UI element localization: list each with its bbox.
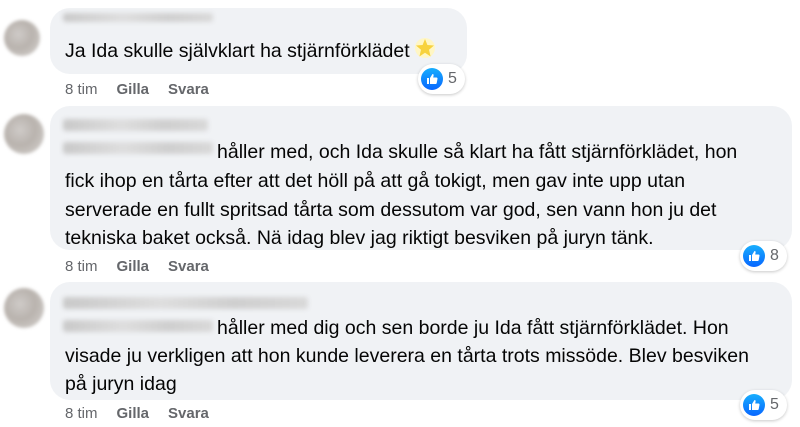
- comment-text: håller med, och Ida skulle så klart ha f…: [217, 141, 738, 163]
- reply-button[interactable]: Svara: [168, 405, 209, 422]
- reaction-count: 5: [770, 396, 779, 413]
- comment-text: serverade en fullt spritsad tårta som de…: [65, 199, 717, 221]
- comment-text: Ja Ida skulle självklart ha stjärnförklä…: [65, 37, 436, 69]
- like-button[interactable]: Gilla: [117, 405, 150, 422]
- comment-text: på juryn idag: [65, 373, 177, 395]
- like-thumbs-up-icon: [743, 245, 765, 267]
- reaction-count: 8: [770, 247, 779, 264]
- author-name-redacted[interactable]: [63, 119, 208, 131]
- comment-text: tekniska baket också. Nä idag blev jag r…: [65, 227, 654, 249]
- comment-bubble: håller med dig och sen borde ju Ida fått…: [50, 282, 792, 400]
- timestamp[interactable]: 8 tim: [65, 405, 98, 422]
- author-name-redacted[interactable]: [63, 142, 213, 154]
- comment-text: visade ju verkligen att hon kunde levere…: [65, 345, 749, 367]
- author-name-redacted[interactable]: [63, 297, 308, 309]
- author-name-redacted[interactable]: [63, 320, 213, 332]
- comment-bubble: håller med, och Ida skulle så klart ha f…: [50, 106, 792, 250]
- author-name-redacted[interactable]: [63, 13, 213, 22]
- like-thumbs-up-icon: [743, 394, 765, 416]
- timestamp[interactable]: 8 tim: [65, 258, 98, 275]
- reply-button[interactable]: Svara: [168, 81, 209, 98]
- reply-button[interactable]: Svara: [168, 258, 209, 275]
- reaction-summary[interactable]: 5: [418, 64, 465, 94]
- comment-actions: 8 tim Gilla Svara: [65, 405, 228, 422]
- avatar[interactable]: [4, 114, 44, 154]
- comment-text: fick ihop en tårta efter att det höll på…: [65, 170, 686, 192]
- comment-actions: 8 tim Gilla Svara: [65, 258, 228, 275]
- reaction-summary[interactable]: 8: [740, 241, 787, 271]
- reaction-summary[interactable]: 5: [740, 390, 787, 420]
- avatar[interactable]: [4, 288, 44, 328]
- comment-actions: 8 tim Gilla Svara: [65, 81, 228, 98]
- comment-text: håller med dig och sen borde ju Ida fått…: [217, 317, 729, 339]
- like-thumbs-up-icon: [421, 68, 443, 90]
- timestamp[interactable]: 8 tim: [65, 81, 98, 98]
- like-button[interactable]: Gilla: [117, 258, 150, 275]
- avatar[interactable]: [4, 20, 40, 56]
- comment-bubble: Ja Ida skulle självklart ha stjärnförklä…: [50, 8, 467, 74]
- reaction-count: 5: [448, 70, 457, 87]
- like-button[interactable]: Gilla: [117, 81, 150, 98]
